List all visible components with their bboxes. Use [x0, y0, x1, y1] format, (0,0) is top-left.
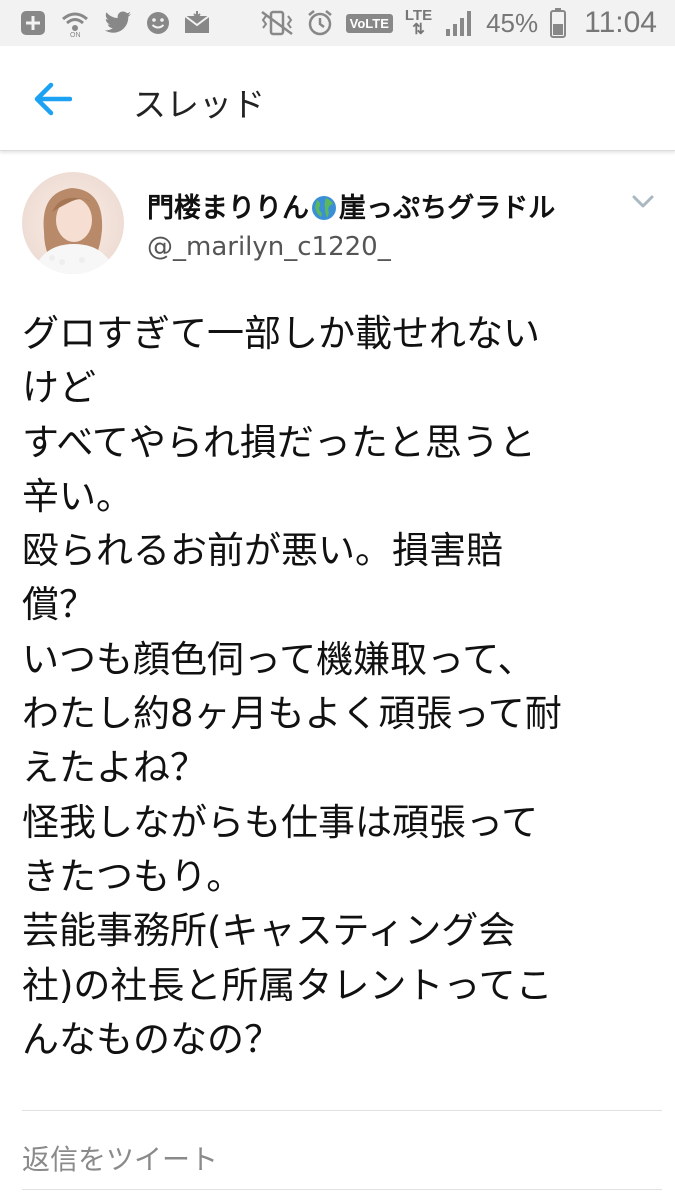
author-handle[interactable]: @_marilyn_c1220_ [147, 232, 391, 262]
author-name[interactable]: 門楼まりりん 崖っぷちグラドル [147, 186, 555, 228]
smiley-icon [146, 11, 170, 35]
twitter-bird-icon [104, 11, 132, 35]
tweet-line: すべてやられ損だったと思うと [22, 420, 536, 464]
wifi-off-icon: ON [60, 9, 90, 37]
globe-emoji-icon [311, 195, 337, 228]
tweet-line: 辛い。 [22, 474, 133, 518]
tweet-line: 償？ [22, 583, 96, 627]
author-name-part1: 門楼まりりん [147, 193, 309, 224]
reply-tweet-button[interactable]: 返信をツイート [22, 1138, 218, 1178]
tweet-line: 怪我しながらも仕事は頑張って [22, 800, 539, 844]
vibrate-icon [260, 10, 294, 36]
back-arrow-icon [34, 82, 72, 116]
tweet-line: 社)の社長と所属タレントってこ [22, 963, 553, 1007]
signal-icon [444, 9, 474, 37]
mail-icon [184, 11, 210, 35]
author-name-part2: 崖っぷちグラドル [339, 193, 556, 224]
tweet-line: 殴られるお前が悪い。損害賠 [22, 529, 503, 573]
divider [22, 1189, 662, 1190]
battery-percent: 45% [486, 7, 539, 38]
volte-badge-icon: VoLTE [345, 13, 393, 33]
tweet-line: きたつもり。 [22, 854, 244, 898]
tweet-line: 芸能事務所(キャスティング会 [22, 909, 516, 953]
clock-time: 11:04 [584, 6, 657, 39]
tweet-line: わたし約8ヶ月もよく頑張って耐 [22, 692, 562, 736]
tweet-line: グロすぎて一部しか載せれない [22, 312, 540, 355]
tweet-line: んなものなの？ [22, 1017, 281, 1061]
tweet-line: けど [22, 366, 96, 410]
svg-text:ON: ON [70, 32, 81, 37]
chevron-down-icon [632, 195, 654, 208]
divider [22, 1110, 662, 1111]
tweet-text: グロすぎて一部しか載せれない けど すべてやられ損だったと思うと 辛い。 殴られ… [22, 307, 662, 1067]
tweet-line: いつも顔色伺って機嫌取って、 [22, 637, 535, 681]
app-bar: スレッド [0, 46, 675, 151]
page-title: スレッド [133, 85, 265, 124]
status-bar: ON VoLTE LTE ⇅ 45% 11:04 [0, 0, 675, 46]
lte-label: LTE [404, 7, 433, 24]
back-button[interactable] [26, 76, 78, 122]
tweet-line: えたよね？ [22, 746, 207, 790]
plus-box-icon [20, 10, 46, 36]
avatar[interactable] [22, 172, 124, 274]
battery-icon [550, 8, 567, 38]
alarm-icon [306, 9, 334, 37]
more-options-button[interactable] [628, 190, 658, 214]
lte-icon: LTE ⇅ [404, 7, 433, 38]
